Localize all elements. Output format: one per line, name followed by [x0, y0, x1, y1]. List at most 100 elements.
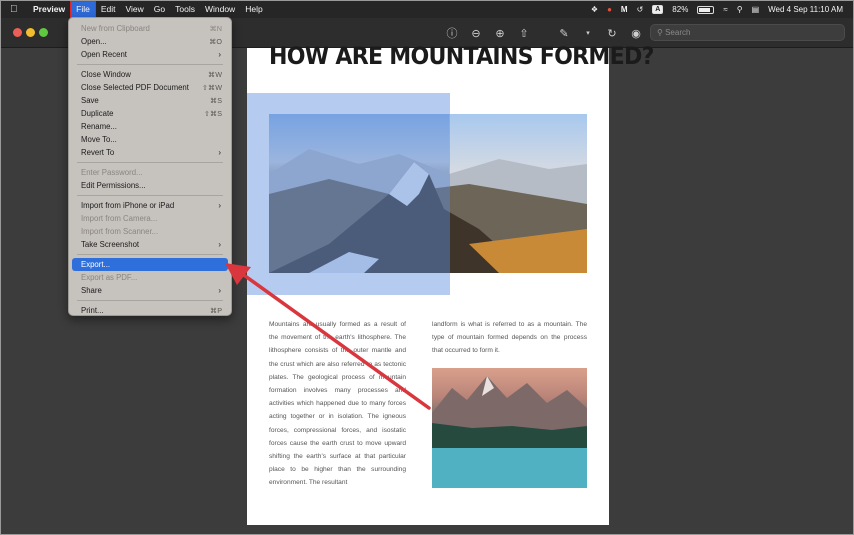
file-menu-item[interactable]: Close Selected PDF Document ⇧⌘W [72, 81, 228, 94]
dropbox-icon[interactable]: ❖ [591, 5, 598, 14]
menu-item-label: Enter Password... [81, 168, 143, 177]
menu-go[interactable]: Go [149, 1, 170, 18]
search-input[interactable]: ⚲ Search [650, 24, 845, 41]
search-spotlight-icon[interactable]: ⚲ [737, 5, 743, 14]
chevron-right-icon: › [218, 286, 221, 295]
menu-item-label: Share [81, 286, 102, 295]
chevron-right-icon: › [218, 148, 221, 157]
file-menu-item: Import from Camera... [72, 212, 228, 225]
toolbar-actions: ⓘ ⊖ ⊕ ⇧ ✎ ▾ ↻ ◉ ▭ [445, 25, 667, 41]
file-menu-item[interactable]: Export... [72, 258, 228, 271]
zoom-in-icon[interactable]: ⊕ [493, 27, 507, 40]
lake-mountain-image [432, 368, 587, 488]
chevron-down-icon[interactable]: ▾ [581, 29, 595, 37]
menu-item-label: Export as PDF... [81, 273, 138, 282]
menu-item-label: Duplicate [81, 109, 114, 118]
file-menu-item: Import from Scanner... [72, 225, 228, 238]
file-menu-item[interactable]: Open... ⌘O [72, 35, 228, 48]
record-icon[interactable]: ● [607, 5, 612, 14]
file-menu-item[interactable]: Take Screenshot › [72, 238, 228, 251]
menu-item-label: Revert To [81, 148, 115, 157]
file-menu-dropdown: New from Clipboard ⌘N Open... ⌘O Open Recent… [68, 17, 232, 316]
file-menu-item[interactable]: Duplicate ⇧⌘S [72, 107, 228, 120]
menu-item-label: Save [81, 96, 99, 105]
menu-preview[interactable]: Preview [28, 1, 70, 18]
share-icon[interactable]: ⇧ [517, 27, 531, 40]
menu-item-shortcut: ⌘P [210, 306, 222, 315]
apple-menu-icon[interactable]:  [10, 4, 28, 15]
menu-item-label: Close Selected PDF Document [81, 83, 189, 92]
close-window-button[interactable] [13, 28, 22, 37]
menu-window[interactable]: Window [200, 1, 240, 18]
screen:  Preview File Edit View Go Tools Window… [0, 0, 854, 535]
file-menu-item[interactable]: Revert To › [72, 146, 228, 159]
menu-separator [77, 195, 223, 196]
menu-item-label: Print... [81, 306, 104, 315]
file-menu-item[interactable]: Close Window ⌘W [72, 68, 228, 81]
search-placeholder: Search [665, 28, 691, 37]
malwarebytes-icon[interactable]: M [621, 5, 628, 14]
menu-help[interactable]: Help [240, 1, 267, 18]
menu-separator [77, 64, 223, 65]
menu-item-label: Import from Scanner... [81, 227, 159, 236]
markup-pen-icon[interactable]: ✎ [557, 27, 571, 40]
zoom-window-button[interactable] [39, 28, 48, 37]
time-machine-icon[interactable]: ↺ [637, 5, 644, 14]
lake-drawing [432, 376, 587, 488]
clock-datetime[interactable]: Wed 4 Sep 11:10 AM [768, 5, 843, 14]
menu-item-label: Edit Permissions... [81, 181, 146, 190]
menu-separator [77, 300, 223, 301]
menu-item-label: Close Window [81, 70, 131, 79]
menu-item-label: Rename... [81, 122, 117, 131]
file-menu-item[interactable]: Print... ⌘P [72, 304, 228, 317]
file-menu-item[interactable]: Move To... [72, 133, 228, 146]
menu-file[interactable]: File [70, 1, 96, 18]
info-icon[interactable]: ⓘ [445, 25, 459, 41]
file-menu-item: Enter Password... [72, 166, 228, 179]
menu-edit[interactable]: Edit [96, 1, 121, 18]
search-icon: ⚲ [657, 28, 663, 37]
rotate-icon[interactable]: ↻ [605, 27, 619, 40]
menu-view[interactable]: View [121, 1, 149, 18]
battery-percent: 82% [672, 5, 689, 14]
file-menu-item[interactable]: Import from iPhone or iPad › [72, 199, 228, 212]
menu-item-label: Import from iPhone or iPad [81, 201, 175, 210]
menu-item-shortcut: ⌘W [208, 70, 222, 79]
body-column-right: landform is what is referred to as a mou… [432, 321, 587, 355]
menu-bar:  Preview File Edit View Go Tools Window… [1, 1, 853, 18]
wifi-icon[interactable]: ≈ [723, 5, 727, 14]
chevron-right-icon: › [218, 240, 221, 249]
zoom-out-icon[interactable]: ⊖ [469, 27, 483, 40]
body-column-left: Mountains are usually formed as a result… [269, 321, 406, 487]
menu-item-label: Open... [81, 37, 107, 46]
annotate-icon[interactable]: ◉ [629, 27, 643, 40]
minimize-window-button[interactable] [26, 28, 35, 37]
battery-icon[interactable] [697, 5, 715, 14]
menu-item-label: Open Recent [81, 50, 127, 59]
menu-item-shortcut: ⇧⌘W [202, 83, 222, 92]
status-area: ❖ ● M ↺ A 82% ≈ ⚲ ▤ Wed 4 Sep 11:10 AM [591, 1, 843, 18]
chevron-right-icon: › [218, 201, 221, 210]
menu-tools[interactable]: Tools [170, 1, 200, 18]
input-source-icon[interactable]: A [652, 5, 664, 14]
file-menu-item[interactable]: Open Recent › [72, 48, 228, 61]
file-menu-item[interactable]: Rename... [72, 120, 228, 133]
file-menu-item: New from Clipboard ⌘N [72, 22, 228, 35]
file-menu-item: Export as PDF... [72, 271, 228, 284]
file-menu-item[interactable]: Save ⌘S [72, 94, 228, 107]
menu-item-shortcut: ⌘S [210, 96, 222, 105]
menu-item-label: Move To... [81, 135, 117, 144]
menu-item-shortcut: ⌘N [209, 24, 222, 33]
file-menu-item[interactable]: Share › [72, 284, 228, 297]
menu-item-shortcut: ⇧⌘S [203, 109, 222, 118]
page-title: HOW ARE MOUNTAINS FORMED? [269, 42, 654, 70]
menu-separator [77, 254, 223, 255]
menu-item-label: Take Screenshot [81, 240, 140, 249]
menu-item-label: Export... [81, 260, 111, 269]
menu-item-shortcut: ⌘O [209, 37, 222, 46]
file-menu-item[interactable]: Edit Permissions... [72, 179, 228, 192]
control-center-icon[interactable]: ▤ [752, 5, 760, 14]
selection-overlay[interactable] [247, 93, 450, 295]
menu-separator [77, 162, 223, 163]
menu-item-label: Import from Camera... [81, 214, 158, 223]
